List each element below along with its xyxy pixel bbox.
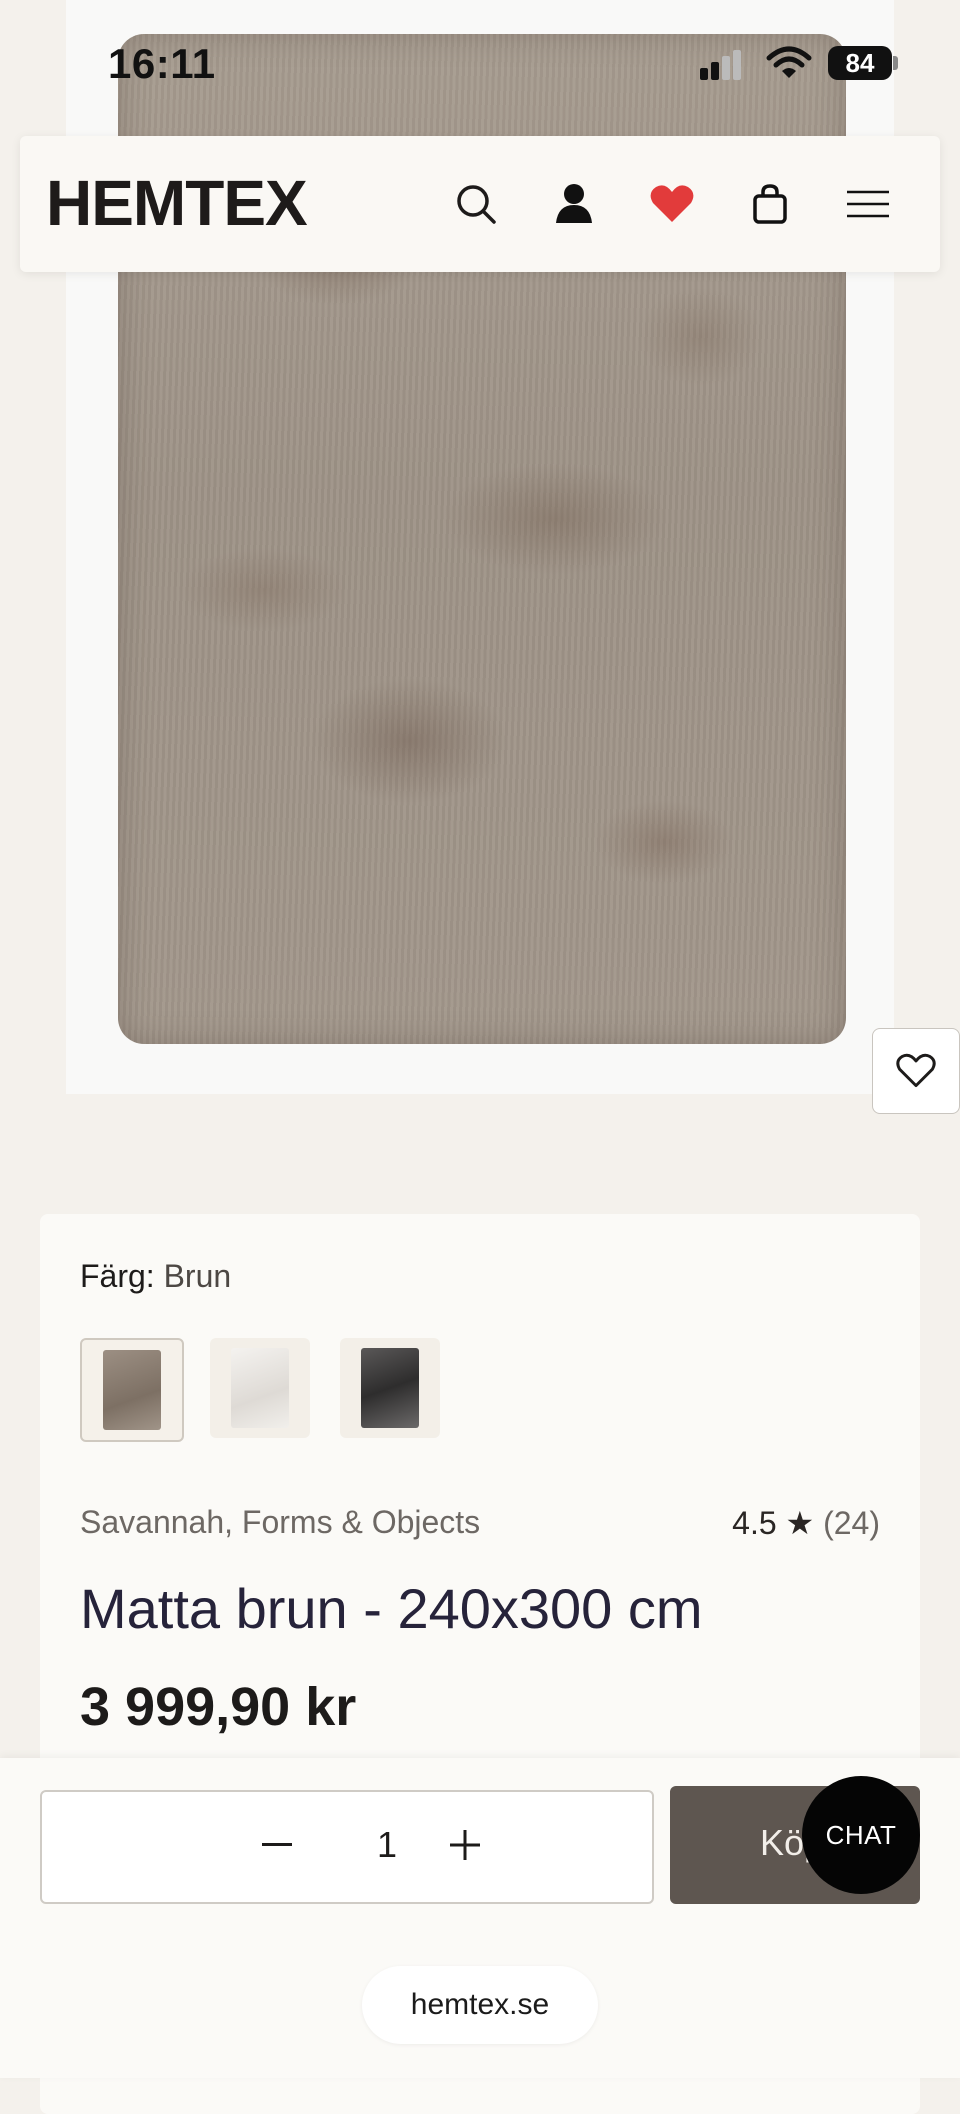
swatch-brun[interactable] — [80, 1338, 184, 1442]
product-title: Matta brun - 240x300 cm — [80, 1577, 703, 1640]
swatch-thumb — [231, 1348, 289, 1428]
color-selection-label: Färg: Brun — [80, 1258, 231, 1295]
swatch-thumb — [361, 1348, 419, 1428]
product-price: 3 999,90 kr — [80, 1677, 357, 1737]
product-brand[interactable]: Savannah, Forms & Objects — [80, 1504, 480, 1541]
color-label: Färg: — [80, 1258, 155, 1294]
menu-icon[interactable] — [838, 174, 898, 234]
heart-outline-icon — [896, 1053, 936, 1088]
star-icon: ★ — [785, 1505, 815, 1541]
status-bar: 16:11 84 — [0, 0, 960, 120]
swatch-vit[interactable] — [210, 1338, 310, 1438]
quantity-value[interactable]: 1 — [372, 1820, 402, 1870]
wifi-icon — [766, 46, 812, 80]
status-time: 16:11 — [108, 40, 216, 87]
search-icon[interactable] — [446, 174, 506, 234]
color-value: Brun — [163, 1258, 232, 1294]
swatch-thumb — [103, 1350, 161, 1430]
battery-nub — [893, 56, 898, 70]
chat-button[interactable]: CHAT — [802, 1776, 920, 1894]
purchase-bar: 1 Köp CHAT hemtex.se — [0, 1758, 960, 2078]
increase-quantity-button[interactable] — [440, 1820, 490, 1870]
site-header: HEMTEX — [20, 136, 940, 272]
browser-url[interactable]: hemtex.se — [362, 1966, 598, 2044]
swatch-gra[interactable] — [340, 1338, 440, 1438]
battery-indicator: 84 — [828, 46, 892, 80]
heart-icon[interactable] — [642, 174, 702, 234]
site-logo[interactable]: HEMTEX — [46, 166, 308, 240]
product-rating[interactable]: 4.5 ★ (24) — [732, 1504, 880, 1542]
decrease-quantity-button[interactable] — [252, 1820, 302, 1870]
add-to-favorites-button[interactable] — [872, 1028, 960, 1114]
account-icon[interactable] — [544, 174, 604, 234]
rating-value: 4.5 — [732, 1505, 777, 1541]
bag-icon[interactable] — [740, 174, 800, 234]
rating-count: (24) — [823, 1505, 880, 1541]
quantity-stepper: 1 — [40, 1790, 654, 1904]
cell-signal-icon — [700, 50, 746, 80]
